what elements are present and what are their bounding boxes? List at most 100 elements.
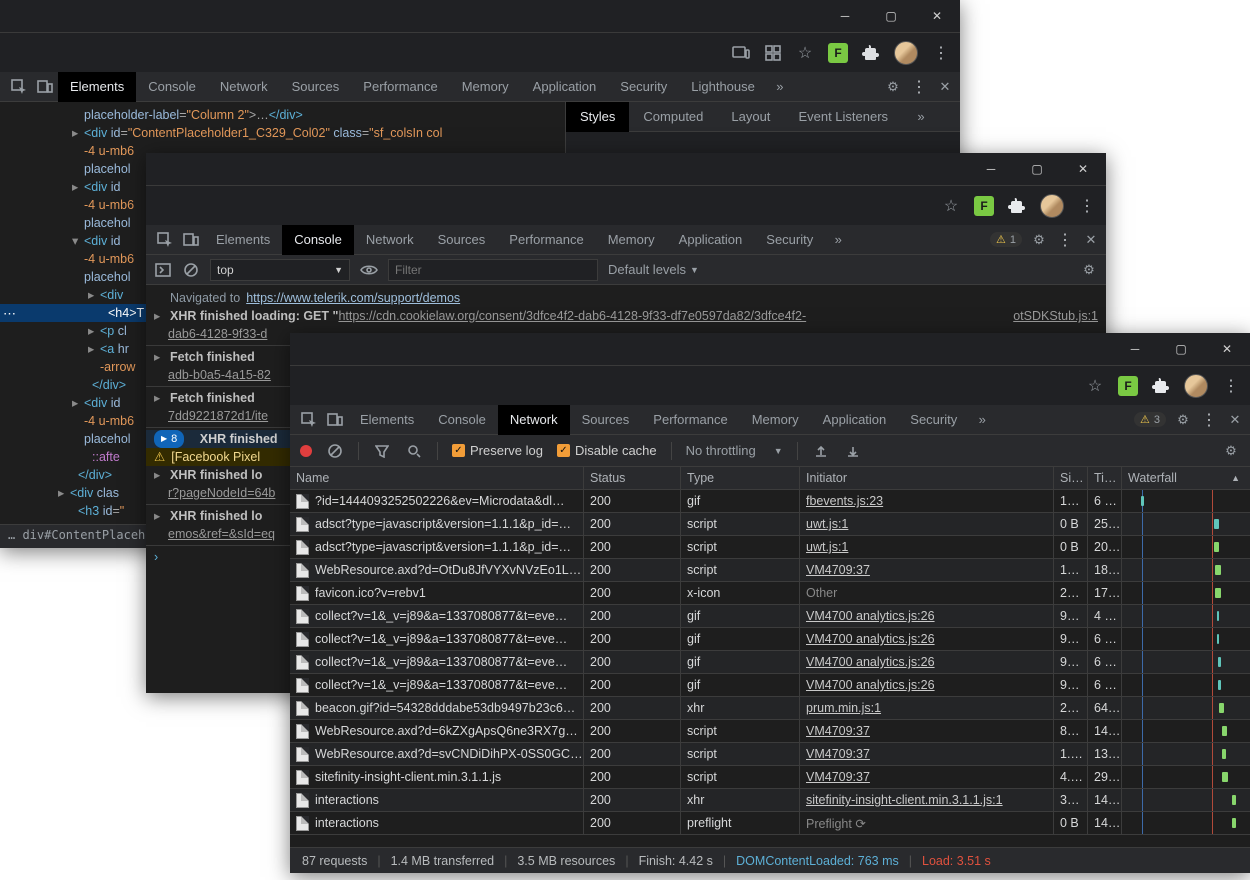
extension-badge-f[interactable]: F [974, 196, 994, 216]
tab-sources[interactable]: Sources [426, 225, 498, 255]
network-row[interactable]: interactions200xhrsitefinity-insight-cli… [290, 789, 1250, 812]
more-tabs-icon[interactable]: » [825, 232, 851, 247]
network-row[interactable]: WebResource.axd?d=6kZXgApsQ6ne3RX7g…200s… [290, 720, 1250, 743]
network-row[interactable]: favicon.ico?v=rebv1200x-iconOther2…17… [290, 582, 1250, 605]
inspect-icon[interactable] [6, 79, 32, 95]
clear-network-icon[interactable] [326, 442, 344, 460]
extensions-icon[interactable] [1152, 377, 1170, 395]
upload-har-icon[interactable] [812, 442, 830, 460]
tab-security[interactable]: Security [754, 225, 825, 255]
network-row[interactable]: adsct?type=javascript&version=1.1.1&p_id… [290, 536, 1250, 559]
profile-avatar[interactable] [894, 41, 918, 65]
initiator-link[interactable]: sitefinity-insight-client.min.3.1.1.js:1 [806, 793, 1003, 807]
settings-icon[interactable]: ⚙ [884, 78, 902, 96]
initiator-link[interactable]: VM4709:37 [806, 770, 870, 784]
tab-sources[interactable]: Sources [570, 405, 642, 435]
network-row[interactable]: WebResource.axd?d=svCNDiDihPX-0SS0GC…200… [290, 743, 1250, 766]
warning-count[interactable]: 3 [1134, 412, 1166, 427]
device-toggle-icon[interactable] [32, 80, 58, 94]
tab-performance[interactable]: Performance [641, 405, 739, 435]
initiator-link[interactable]: VM4700 analytics.js:26 [806, 632, 935, 646]
tab-sources[interactable]: Sources [280, 72, 352, 102]
inspect-icon[interactable] [296, 412, 322, 428]
profile-avatar[interactable] [1040, 194, 1064, 218]
device-toggle-icon[interactable] [322, 413, 348, 427]
subtab-computed[interactable]: Computed [629, 102, 717, 132]
tab-elements[interactable]: Elements [348, 405, 426, 435]
extension-badge-f[interactable]: F [1118, 376, 1138, 396]
log-levels-select[interactable]: Default levels▼ [608, 262, 699, 277]
settings-icon[interactable]: ⚙ [1030, 231, 1048, 249]
initiator-link[interactable]: VM4709:37 [806, 724, 870, 738]
network-row[interactable]: interactions200preflightPreflight ⟳0 B14… [290, 812, 1250, 835]
initiator-link[interactable]: uwt.js:1 [806, 517, 848, 531]
preserve-log-checkbox[interactable]: ✓Preserve log [452, 443, 543, 458]
tab-console[interactable]: Console [282, 225, 354, 255]
extensions-icon[interactable] [1008, 197, 1026, 215]
context-select[interactable]: top▼ [210, 259, 350, 281]
subtab-listeners[interactable]: Event Listeners [784, 102, 902, 132]
devtools-close-icon[interactable]: ✕ [1082, 231, 1100, 249]
win1-maximize[interactable]: ▢ [868, 0, 914, 32]
chrome-menu-icon[interactable]: ⋮ [1078, 197, 1096, 215]
more-subtabs-icon[interactable]: » [908, 109, 934, 124]
star-icon[interactable]: ☆ [1086, 377, 1104, 395]
win3-close[interactable]: ✕ [1204, 333, 1250, 365]
network-row[interactable]: sitefinity-insight-client.min.3.1.1.js20… [290, 766, 1250, 789]
win1-minimize[interactable]: ─ [822, 0, 868, 32]
console-filter-input[interactable] [388, 259, 598, 281]
profile-avatar[interactable] [1184, 374, 1208, 398]
tab-network[interactable]: Network [208, 72, 280, 102]
more-tabs-icon[interactable]: » [969, 412, 995, 427]
devtools-close-icon[interactable]: ✕ [936, 78, 954, 96]
network-row[interactable]: collect?v=1&_v=j89&a=1337080877&t=eve…20… [290, 628, 1250, 651]
device-toggle-icon[interactable] [178, 233, 204, 247]
disable-cache-checkbox[interactable]: ✓Disable cache [557, 443, 657, 458]
devtools-menu-icon[interactable]: ⋮ [1200, 411, 1218, 429]
initiator-link[interactable]: VM4700 analytics.js:26 [806, 609, 935, 623]
tab-security[interactable]: Security [608, 72, 679, 102]
devtools-menu-icon[interactable]: ⋮ [910, 78, 928, 96]
throttling-select[interactable]: No throttling▼ [686, 443, 783, 458]
console-settings-icon[interactable]: ⚙ [1080, 261, 1098, 279]
tab-network[interactable]: Network [354, 225, 426, 255]
extensions-icon[interactable] [862, 44, 880, 62]
tab-security[interactable]: Security [898, 405, 969, 435]
tab-console[interactable]: Console [136, 72, 208, 102]
tab-lighthouse[interactable]: Lighthouse [679, 72, 767, 102]
network-row[interactable]: ?id=1444093252502226&ev=Microdata&dl…200… [290, 490, 1250, 513]
extension-badge-f[interactable]: F [828, 43, 848, 63]
devtools-menu-icon[interactable]: ⋮ [1056, 231, 1074, 249]
initiator-link[interactable]: prum.min.js:1 [806, 701, 881, 715]
inspect-icon[interactable] [152, 232, 178, 248]
initiator-link[interactable]: VM4709:37 [806, 747, 870, 761]
console-sidebar-icon[interactable] [154, 261, 172, 279]
network-row[interactable]: collect?v=1&_v=j89&a=1337080877&t=eve…20… [290, 674, 1250, 697]
win1-close[interactable]: ✕ [914, 0, 960, 32]
star-icon[interactable]: ☆ [796, 44, 814, 62]
warning-count[interactable]: 1 [990, 232, 1022, 247]
win2-minimize[interactable]: ─ [968, 153, 1014, 185]
initiator-link[interactable]: VM4700 analytics.js:26 [806, 655, 935, 669]
network-table-header[interactable]: Name Status Type Initiator Si… Ti… Water… [290, 467, 1250, 490]
tab-performance[interactable]: Performance [351, 72, 449, 102]
group-pill[interactable]: 8 [154, 430, 184, 448]
subtab-layout[interactable]: Layout [717, 102, 784, 132]
tab-memory[interactable]: Memory [450, 72, 521, 102]
tab-memory[interactable]: Memory [596, 225, 667, 255]
subtab-styles[interactable]: Styles [566, 102, 629, 132]
tab-application[interactable]: Application [521, 72, 609, 102]
initiator-link[interactable]: fbevents.js:23 [806, 494, 883, 508]
network-row[interactable]: adsct?type=javascript&version=1.1.1&p_id… [290, 513, 1250, 536]
network-row[interactable]: beacon.gif?id=54328dddabe53db9497b23c6…2… [290, 697, 1250, 720]
win2-close[interactable]: ✕ [1060, 153, 1106, 185]
tab-network[interactable]: Network [498, 405, 570, 435]
live-expr-icon[interactable] [360, 261, 378, 279]
tab-memory[interactable]: Memory [740, 405, 811, 435]
clear-console-icon[interactable] [182, 261, 200, 279]
filter-icon[interactable] [373, 442, 391, 460]
tab-elements[interactable]: Elements [58, 72, 136, 102]
star-icon[interactable]: ☆ [942, 197, 960, 215]
chrome-menu-icon[interactable]: ⋮ [932, 44, 950, 62]
network-row[interactable]: WebResource.axd?d=OtDu8JfVYXvNVzEo1L…200… [290, 559, 1250, 582]
